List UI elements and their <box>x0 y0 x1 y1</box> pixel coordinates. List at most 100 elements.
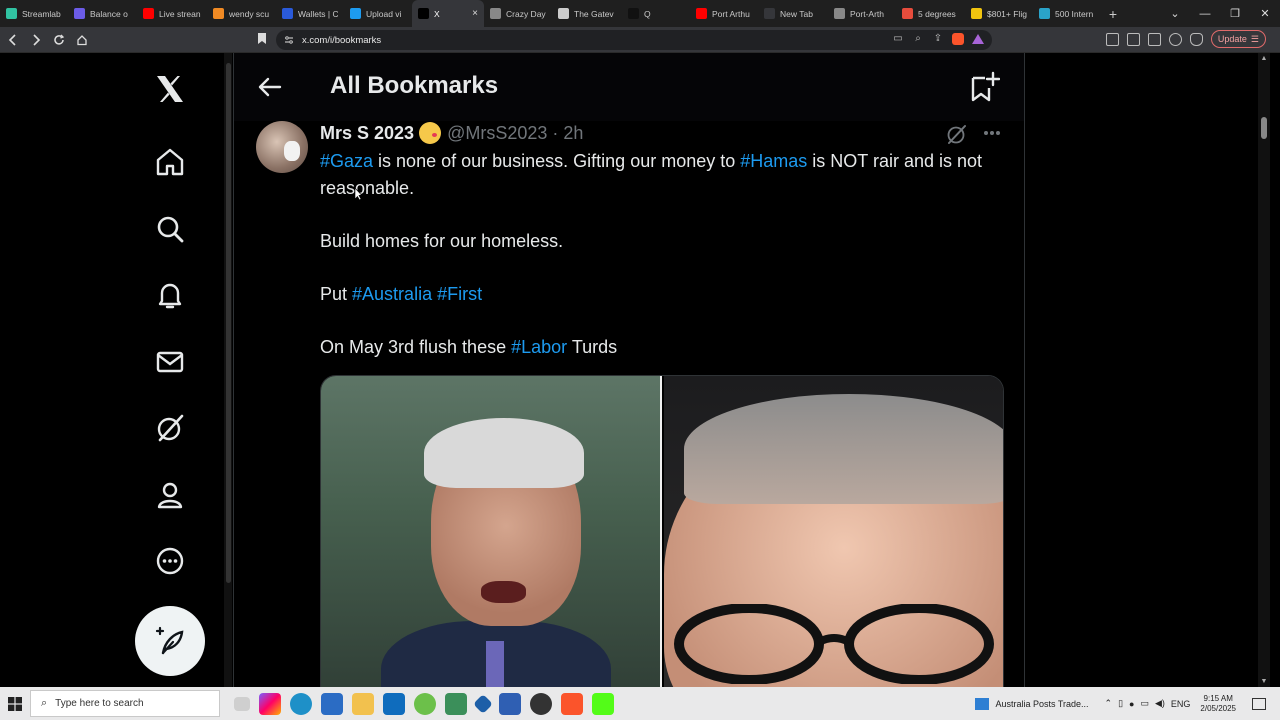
edge-icon[interactable] <box>290 692 312 715</box>
close-window-button[interactable]: ✕ <box>1250 7 1280 20</box>
nav-explore[interactable] <box>150 209 190 249</box>
browser-tab[interactable]: 5 degrees <box>896 0 965 27</box>
bookmark-this-page-icon[interactable] <box>257 32 267 45</box>
kick-app-icon[interactable] <box>592 692 614 715</box>
outlook-icon[interactable] <box>383 692 405 715</box>
browser-tab[interactable]: 500 Intern <box>1033 0 1103 27</box>
wallet-icon[interactable] <box>1147 32 1161 46</box>
mail-icon <box>156 351 184 373</box>
browser-tab[interactable]: $801+ Flig <box>965 0 1033 27</box>
word-icon[interactable] <box>499 692 521 715</box>
author-avatar[interactable] <box>256 121 308 173</box>
brave-shields-icon[interactable] <box>952 33 964 45</box>
browser-tab[interactable]: New Tab <box>758 0 828 27</box>
hashtag-link[interactable]: #First <box>437 284 482 304</box>
microphone-icon[interactable]: ● <box>1129 699 1134 709</box>
hashtag-link[interactable]: #Australia <box>352 284 432 304</box>
forward-button[interactable] <box>26 30 46 50</box>
zoom-icon[interactable]: ⌕ <box>912 33 924 45</box>
page-scrollbar-thumb[interactable] <box>1261 117 1267 139</box>
obs-icon[interactable] <box>530 692 552 715</box>
extensions-icon[interactable] <box>1105 32 1119 46</box>
mouse-cursor-icon <box>354 187 362 201</box>
minimize-button[interactable]: — <box>1190 8 1220 20</box>
nav-messages[interactable] <box>150 342 190 382</box>
tab-close-icon[interactable]: × <box>466 8 478 19</box>
app-icon-diamond[interactable] <box>473 693 493 714</box>
update-button[interactable]: Update ☰ <box>1210 30 1266 48</box>
more-options-icon[interactable] <box>982 123 1002 143</box>
store-icon[interactable] <box>321 692 343 715</box>
add-bookmark-folder-icon[interactable] <box>968 71 1000 103</box>
show-hidden-icons[interactable]: ⌃ <box>1105 698 1113 709</box>
browser-tab[interactable]: Port Arthu <box>690 0 758 27</box>
language-indicator[interactable]: ENG <box>1171 699 1191 709</box>
browser-tab[interactable]: Q <box>622 0 690 27</box>
brave-browser-icon[interactable] <box>561 692 583 715</box>
clock[interactable]: 9:15 AM 2/05/2025 <box>1200 694 1236 714</box>
browser-tab[interactable]: wendy scu <box>207 0 276 27</box>
scroll-down-arrow-icon[interactable]: ▼ <box>1260 678 1268 685</box>
app-icon-green[interactable] <box>414 692 436 715</box>
tweet-media[interactable] <box>320 375 1004 687</box>
page-scrollbar[interactable]: ▲ ▼ <box>1258 53 1270 687</box>
reload-button[interactable] <box>49 30 69 50</box>
author-display-name[interactable]: Mrs S 2023 <box>320 123 414 144</box>
volume-icon[interactable]: ◀) <box>1155 698 1165 709</box>
home-button[interactable] <box>72 30 92 50</box>
battery-icon[interactable]: ▯ <box>1118 698 1123 709</box>
tweet-text-line: Build homes for our homeless. <box>320 228 1000 255</box>
sidebar-icon[interactable] <box>1126 32 1140 46</box>
app-icon-sheet[interactable] <box>445 692 467 715</box>
notification-center-icon[interactable] <box>1252 697 1266 710</box>
browser-tab[interactable]: The Gatev <box>552 0 622 27</box>
browser-tab[interactable]: Crazy Day <box>484 0 552 27</box>
tweet-text-line: Put #Australia #First <box>320 281 1000 308</box>
taskbar-search-box[interactable]: ⌕ Type here to search <box>30 690 220 717</box>
x-logo[interactable] <box>150 69 190 109</box>
start-button[interactable] <box>0 696 30 711</box>
sidebar-scrollbar-thumb[interactable] <box>226 63 231 583</box>
nav-more[interactable] <box>150 541 190 581</box>
grok-explain-icon[interactable] <box>946 123 968 145</box>
leo-ai-icon[interactable] <box>1168 32 1182 46</box>
restore-button[interactable]: ❐ <box>1220 7 1250 20</box>
browser-tab[interactable]: Port-Arth <box>828 0 896 27</box>
nav-home[interactable] <box>150 142 190 182</box>
nav-profile[interactable] <box>150 475 190 515</box>
tweet-text-line <box>320 307 1000 334</box>
compose-post-button[interactable] <box>135 606 205 676</box>
browser-tab[interactable]: Balance o <box>68 0 137 27</box>
file-explorer-icon[interactable] <box>352 692 374 715</box>
tweet-timestamp[interactable]: 2h <box>563 123 583 144</box>
network-icon[interactable]: ▭ <box>1140 698 1149 709</box>
menu-icon: ☰ <box>1250 33 1259 44</box>
browser-tab[interactable]: X × <box>412 0 484 27</box>
brave-rewards-icon[interactable] <box>972 34 984 44</box>
author-handle[interactable]: @MrsS2023 <box>447 123 547 144</box>
share-icon[interactable]: ⇪ <box>932 33 944 45</box>
site-info-icon[interactable] <box>284 35 294 45</box>
nav-grok[interactable] <box>150 408 190 448</box>
new-tab-button[interactable]: + <box>1103 6 1123 22</box>
vpn-shield-icon[interactable] <box>1189 32 1203 46</box>
browser-tab[interactable]: Wallets | C <box>276 0 344 27</box>
copilot-icon[interactable] <box>259 692 281 715</box>
browser-tab[interactable]: Upload vi <box>344 0 412 27</box>
address-bar[interactable]: x.com/i/bookmarks ▭ ⌕ ⇪ <box>276 30 992 50</box>
sidebar-scrollbar[interactable] <box>224 53 232 687</box>
back-arrow-icon[interactable] <box>256 73 284 101</box>
hashtag-link[interactable]: #Labor <box>511 337 567 357</box>
news-widget[interactable]: Australia Posts Trade... <box>975 697 1089 710</box>
nav-notifications[interactable] <box>150 275 190 315</box>
scroll-up-arrow-icon[interactable]: ▲ <box>1260 55 1268 62</box>
tab-search-chevron-icon[interactable]: ⌄ <box>1160 7 1190 20</box>
tweet-header: Mrs S 2023 @MrsS2023 · 2h <box>320 121 583 145</box>
task-view-icon[interactable] <box>234 696 250 711</box>
back-button[interactable] <box>3 30 23 50</box>
browser-tab[interactable]: Streamlab <box>0 0 68 27</box>
hashtag-link[interactable]: #Gaza <box>320 151 373 171</box>
browser-tab[interactable]: Live strean <box>137 0 207 27</box>
cast-icon[interactable]: ▭ <box>892 33 904 45</box>
hashtag-link[interactable]: #Hamas <box>740 151 807 171</box>
